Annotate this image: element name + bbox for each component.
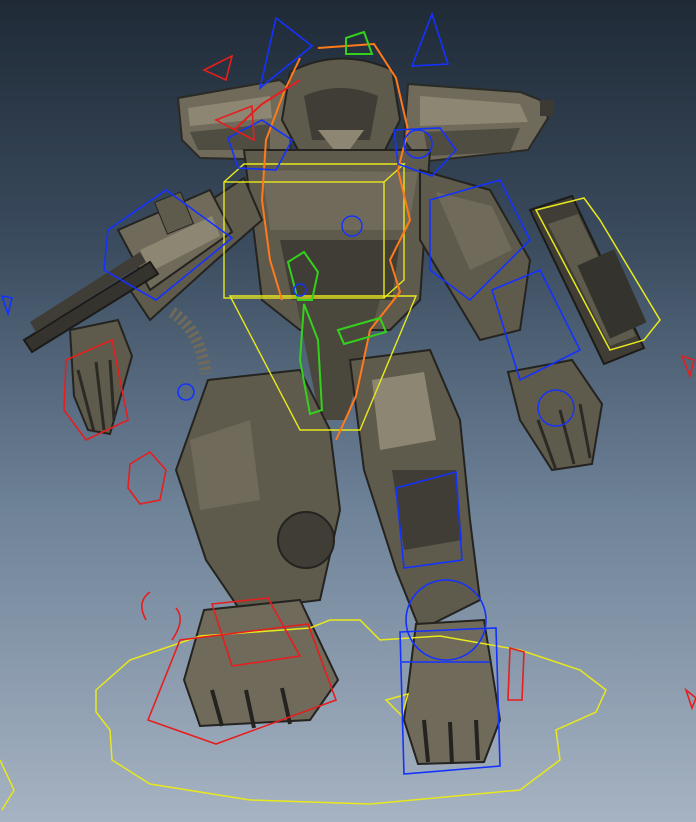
right-leg[interactable] xyxy=(348,348,482,632)
right-foot[interactable] xyxy=(402,618,502,766)
side-control-left[interactable] xyxy=(0,759,15,811)
maya-viewport[interactable] xyxy=(0,0,696,822)
right-arm-cannon[interactable] xyxy=(528,194,647,366)
left-leg[interactable] xyxy=(174,368,342,612)
ammo-belt xyxy=(168,306,212,375)
left-foot[interactable] xyxy=(182,598,340,729)
right-arm[interactable] xyxy=(419,168,532,342)
left-arm[interactable] xyxy=(116,176,264,322)
locator-icon[interactable] xyxy=(127,450,167,505)
root-control[interactable] xyxy=(95,619,607,805)
left-shoulder-armor[interactable] xyxy=(176,78,294,162)
left-hand[interactable] xyxy=(68,318,134,436)
right-hand[interactable] xyxy=(506,358,604,472)
viewport-scene[interactable] xyxy=(0,0,696,822)
